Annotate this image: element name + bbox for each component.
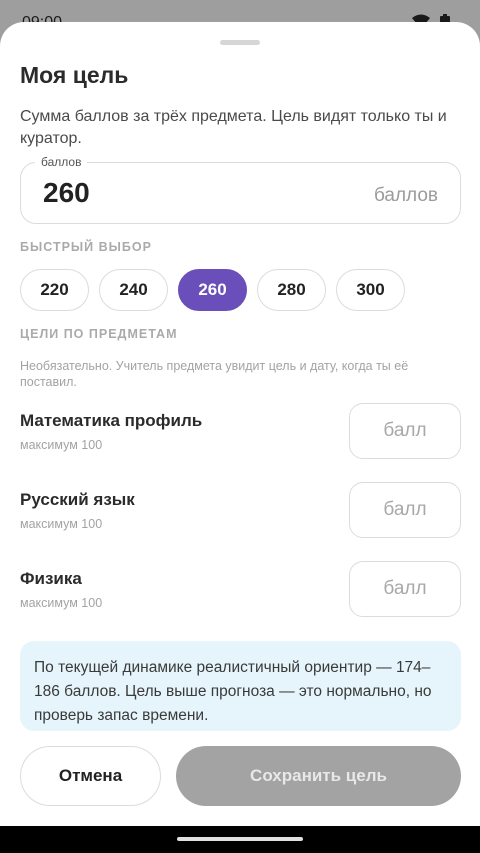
quick-select-chips: 220 240 260 280 300 bbox=[20, 269, 405, 311]
score-suffix: баллов bbox=[373, 185, 438, 206]
sheet-title: Моя цель bbox=[20, 62, 129, 88]
subject-max: максимум 100 bbox=[20, 438, 103, 452]
sheet-description: Сумма баллов за трёх предмета. Цель видя… bbox=[20, 108, 447, 147]
subject-row: Русский язык максимум 100 балл bbox=[20, 482, 461, 538]
subject-name: Русский язык bbox=[20, 490, 135, 509]
bottom-sheet: Моя цель Сумма баллов за трёх предмета. … bbox=[0, 22, 480, 826]
chip-300[interactable]: 300 bbox=[336, 269, 405, 311]
chip-280[interactable]: 280 bbox=[257, 269, 326, 311]
total-score-field[interactable]: баллов 260 баллов bbox=[20, 155, 461, 224]
subject-row: Физика максимум 100 балл bbox=[20, 561, 461, 617]
chip-260-selected[interactable]: 260 bbox=[178, 269, 247, 311]
subjects-note: Необязательно. Учитель предмета увидит ц… bbox=[20, 359, 409, 389]
subject-name: Математика профиль bbox=[20, 411, 203, 430]
score-value[interactable]: 260 bbox=[43, 177, 90, 209]
subject-max: максимум 100 bbox=[20, 596, 103, 610]
forecast-info-box: По текущей динамике реалистичный ориенти… bbox=[20, 641, 461, 731]
drag-handle[interactable] bbox=[220, 40, 260, 45]
cancel-button[interactable]: Отмена bbox=[20, 746, 161, 806]
chip-240[interactable]: 240 bbox=[99, 269, 168, 311]
subject-row: Математика профиль максимум 100 балл bbox=[20, 403, 461, 459]
quick-select-label: БЫСТРЫЙ ВЫБОР bbox=[20, 240, 152, 254]
save-goal-button[interactable]: Сохранить цель bbox=[176, 746, 461, 806]
subjects-section-label: ЦЕЛИ ПО ПРЕДМЕТАМ bbox=[20, 327, 178, 341]
physics-score-input[interactable]: балл bbox=[349, 561, 461, 617]
chip-220[interactable]: 220 bbox=[20, 269, 89, 311]
math-score-input[interactable]: балл bbox=[349, 403, 461, 459]
score-field-legend: баллов bbox=[35, 155, 88, 169]
subject-name: Физика bbox=[20, 569, 82, 588]
subject-max: максимум 100 bbox=[20, 517, 103, 531]
russian-score-input[interactable]: балл bbox=[349, 482, 461, 538]
home-gesture-pill[interactable] bbox=[177, 837, 303, 841]
system-nav-bar bbox=[0, 826, 480, 853]
